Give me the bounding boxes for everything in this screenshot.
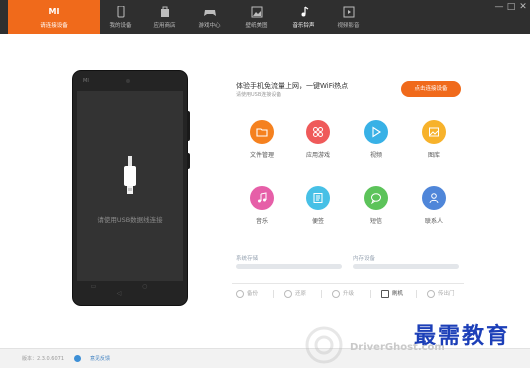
grid-icon xyxy=(306,120,330,144)
nav-tab-label: 游戏中心 xyxy=(198,23,221,29)
tool-label: 传出门 xyxy=(438,291,455,297)
camera-icon xyxy=(126,79,130,83)
watermark-text: 最需教育 xyxy=(414,323,511,349)
phone-nav-keys: ▭ ○ ◁ xyxy=(90,283,170,297)
watermark-logo-icon xyxy=(305,326,343,364)
version-text: 版本：2.3.0.6071 xyxy=(22,356,65,362)
note-icon xyxy=(306,186,330,210)
phone-icon xyxy=(117,6,124,18)
message-icon xyxy=(364,186,388,210)
hotspot-subtitle: 请使用USB连接设备 xyxy=(236,92,282,98)
usb-connect-prompt: 请使用USB数据线连接 xyxy=(97,216,163,224)
minimize-button[interactable]: — xyxy=(494,2,504,12)
app-label: 文件管理 xyxy=(249,152,274,159)
mi-logo-icon: MI xyxy=(48,7,60,16)
flash-button[interactable]: 刷机 xyxy=(381,289,403,298)
app-music[interactable]: 音乐 xyxy=(240,186,284,225)
music-icon xyxy=(250,186,274,210)
send-icon xyxy=(427,289,435,298)
app-label: 便签 xyxy=(311,218,324,225)
top-nav-bar: MI 请连接设备 我的设备 应用商店 游戏中心 壁纸美图 音乐铃声 视频影音 —… xyxy=(0,0,530,34)
gallery-icon xyxy=(422,120,446,144)
backup-icon xyxy=(236,289,244,298)
upgrade-icon xyxy=(332,289,340,298)
app-file-manager[interactable]: 文件管理 xyxy=(240,120,284,159)
nav-tab-game-center[interactable]: 游戏中心 xyxy=(183,0,236,34)
tool-label: 备份 xyxy=(247,291,259,297)
hotspot-title: 体验手机免流量上网，一键WiFi热点 xyxy=(236,82,349,90)
update-icon[interactable] xyxy=(74,355,81,362)
divider xyxy=(416,290,417,298)
app-gallery[interactable]: 图库 xyxy=(412,120,456,159)
nav-tab-label: 视频影音 xyxy=(337,23,360,29)
bag-icon xyxy=(160,6,169,17)
system-storage-bar xyxy=(236,264,342,269)
feedback-link[interactable]: 意见反馈 xyxy=(90,355,110,362)
flash-icon xyxy=(381,289,389,298)
app-notes[interactable]: 便签 xyxy=(296,186,340,225)
send-button[interactable]: 传出门 xyxy=(427,289,455,298)
play-icon xyxy=(364,120,388,144)
app-apps-games[interactable]: 应用游戏 xyxy=(296,120,340,159)
phone-screen: 请使用USB数据线连接 xyxy=(77,91,183,281)
app-label: 短信 xyxy=(369,218,382,225)
upgrade-button[interactable]: 升级 xyxy=(332,289,354,298)
phone-illustration: MI 请使用USB数据线连接 ▭ ○ ◁ xyxy=(72,70,190,306)
tool-label: 还原 xyxy=(295,291,307,297)
close-button[interactable]: ✕ xyxy=(518,2,528,12)
app-messages[interactable]: 短信 xyxy=(354,186,398,225)
nav-tab-connect-device[interactable]: MI 请连接设备 xyxy=(8,0,100,34)
video-icon xyxy=(343,6,354,18)
divider xyxy=(370,290,371,298)
power-button xyxy=(187,153,190,169)
app-label: 联系人 xyxy=(424,218,443,225)
usb-cable-icon xyxy=(124,156,136,194)
divider xyxy=(232,283,464,284)
tool-label: 刷机 xyxy=(392,291,404,297)
folder-icon xyxy=(250,120,274,144)
gamepad-icon xyxy=(203,10,216,16)
app-contacts[interactable]: 联系人 xyxy=(412,186,456,225)
nav-tab-video[interactable]: 视频影音 xyxy=(322,0,375,34)
app-label: 图库 xyxy=(427,152,440,159)
maximize-button[interactable]: □ xyxy=(506,2,516,12)
picture-icon xyxy=(251,6,262,18)
connect-device-button[interactable]: 点击连接设备 xyxy=(401,81,461,97)
app-video[interactable]: 视频 xyxy=(354,120,398,159)
divider xyxy=(273,290,274,298)
app-label: 应用游戏 xyxy=(305,152,330,159)
app-label: 音乐 xyxy=(255,218,268,225)
nav-tab-label: 请连接设备 xyxy=(40,23,68,29)
tool-label: 升级 xyxy=(343,291,355,297)
backup-button[interactable]: 备份 xyxy=(236,289,258,298)
contact-icon xyxy=(422,186,446,210)
internal-storage-bar xyxy=(353,264,459,269)
divider xyxy=(321,290,322,298)
status-bar: 版本：2.3.0.6071 意见反馈 xyxy=(0,348,530,368)
internal-storage-label: 内存设备 xyxy=(353,256,376,262)
restore-icon xyxy=(284,289,292,298)
volume-button xyxy=(187,111,190,141)
music-note-icon xyxy=(301,6,308,17)
nav-tab-label: 壁纸美图 xyxy=(245,23,268,29)
nav-tab-wallpaper[interactable]: 壁纸美图 xyxy=(230,0,283,34)
phone-brand: MI xyxy=(83,78,89,84)
system-storage-label: 系统存储 xyxy=(236,256,259,262)
restore-button[interactable]: 还原 xyxy=(284,289,306,298)
app-label: 视频 xyxy=(369,152,382,159)
